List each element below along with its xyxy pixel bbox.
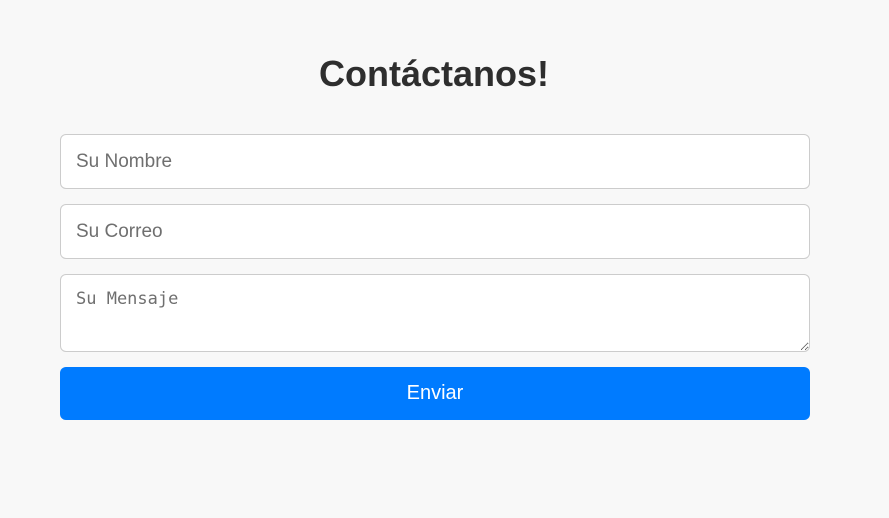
name-field[interactable] [60,134,810,189]
contact-form: Enviar [60,134,810,420]
email-field[interactable] [60,204,810,259]
submit-button[interactable]: Enviar [60,367,810,420]
page-title: Contáctanos! [318,53,549,94]
message-field[interactable] [60,274,810,352]
